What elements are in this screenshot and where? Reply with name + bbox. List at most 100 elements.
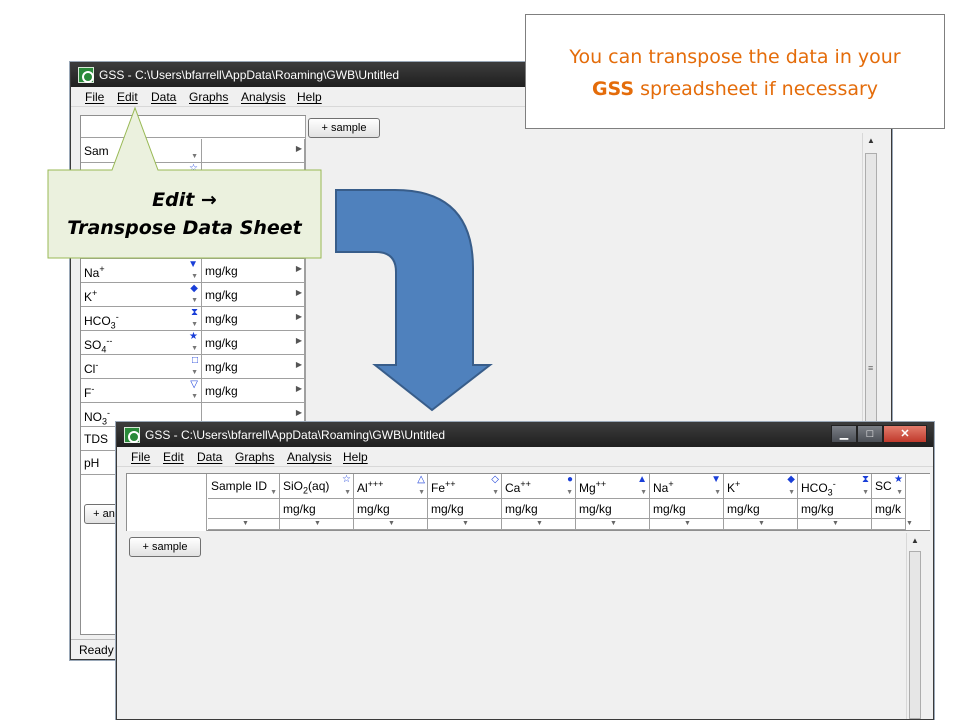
- unit-dropdown[interactable]: ▼: [354, 519, 428, 530]
- dropdown-arrow-icon[interactable]: ▼: [684, 520, 691, 528]
- tip-text-box: Edit → Transpose Data Sheet: [48, 170, 321, 258]
- dropdown-arrow-icon[interactable]: ▼: [418, 489, 425, 497]
- analyte-name: K+: [727, 479, 741, 495]
- unit-dropdown[interactable]: ▼: [208, 519, 280, 530]
- plot-symbol-icon[interactable]: ◇: [491, 475, 499, 485]
- column-header[interactable]: K+ ◆ ▼: [724, 474, 798, 499]
- dropdown-arrow-icon[interactable]: ▼: [314, 520, 321, 528]
- unit-label: mg/k: [875, 502, 902, 516]
- tip-text: Edit → Transpose Data Sheet: [48, 170, 321, 242]
- menu-analysis[interactable]: Analysis: [287, 450, 332, 464]
- dropdown-arrow-icon[interactable]: ▼: [492, 489, 499, 497]
- window-controls: ▁ □ ✕: [831, 425, 927, 443]
- dropdown-arrow-icon[interactable]: ▼: [758, 520, 765, 528]
- unit-cell[interactable]: mg/kg: [428, 499, 502, 519]
- plot-symbol-icon[interactable]: ★: [894, 475, 903, 485]
- plot-symbol-icon[interactable]: ●: [567, 475, 573, 485]
- dropdown-arrow-icon[interactable]: ▼: [388, 520, 395, 528]
- unit-label: mg/kg: [283, 502, 316, 516]
- analyte-columns-grid: Sample ID ▼ ▼ SiO2(aq) ☆ ▼ mg/kg ▼ Al+++ △ ▼ mg/kg ▼…: [126, 473, 930, 531]
- dropdown-arrow-icon[interactable]: ▼: [862, 489, 869, 497]
- dropdown-arrow-icon[interactable]: ▼: [640, 489, 647, 497]
- menu-help[interactable]: Help: [343, 450, 368, 464]
- dropdown-arrow-icon[interactable]: ▼: [906, 520, 913, 528]
- unit-cell[interactable]: mg/kg: [576, 499, 650, 519]
- menu-data[interactable]: Data: [197, 450, 222, 464]
- plot-symbol-icon[interactable]: ⧗: [862, 475, 869, 485]
- plot-symbol-icon[interactable]: ☆: [342, 475, 351, 485]
- window-title: GSS - C:\Users\bfarrell\AppData\Roaming\…: [145, 428, 446, 442]
- scroll-up-icon[interactable]: ▲: [907, 533, 923, 549]
- tip-line-1: Edit →: [152, 189, 217, 211]
- dropdown-arrow-icon[interactable]: ▼: [896, 489, 903, 497]
- unit-cell[interactable]: mg/kg: [650, 499, 724, 519]
- tip-balloon-shape: [0, 0, 273, 88]
- column-header[interactable]: SiO2(aq) ☆ ▼: [280, 474, 354, 499]
- unit-cell[interactable]: mg/kg: [724, 499, 798, 519]
- unit-cell[interactable]: mg/kg: [502, 499, 576, 519]
- callout-line-1: You can transpose the data in your: [569, 46, 901, 68]
- unit-dropdown[interactable]: ▼: [650, 519, 724, 530]
- unit-cell[interactable]: mg/kg: [798, 499, 872, 519]
- title-bar[interactable]: GSS - C:\Users\bfarrell\AppData\Roaming\…: [117, 423, 933, 447]
- unit-cell[interactable]: mg/kg: [280, 499, 354, 519]
- column-header[interactable]: Al+++ △ ▼: [354, 474, 428, 499]
- plot-symbol-icon[interactable]: ▲: [637, 475, 647, 485]
- dropdown-arrow-icon[interactable]: ▼: [270, 489, 277, 497]
- unit-dropdown[interactable]: ▼: [798, 519, 872, 530]
- unit-cell[interactable]: mg/kg: [354, 499, 428, 519]
- analyte-name: Na+: [653, 479, 674, 495]
- analyte-name: SC: [875, 479, 892, 493]
- analyte-name: Sample ID: [211, 479, 268, 493]
- unit-label: mg/kg: [357, 502, 390, 516]
- unit-dropdown[interactable]: ▼: [576, 519, 650, 530]
- unit-label: mg/kg: [653, 502, 686, 516]
- column-header[interactable]: Na+ ▼ ▼: [650, 474, 724, 499]
- analyte-name: Al+++: [357, 479, 384, 495]
- callout-line-2: GSS spreadsheet if necessary: [526, 73, 944, 105]
- callout-line-2-rest: spreadsheet if necessary: [634, 78, 879, 100]
- add-sample-button[interactable]: + sample: [129, 537, 201, 557]
- tip-line-2: Transpose Data Sheet: [67, 217, 302, 239]
- unit-cell[interactable]: mg/k: [872, 499, 906, 519]
- menu-graphs[interactable]: Graphs: [235, 450, 274, 464]
- column-header[interactable]: Ca++ ● ▼: [502, 474, 576, 499]
- column-header[interactable]: Mg++ ▲ ▼: [576, 474, 650, 499]
- maximize-icon[interactable]: □: [857, 425, 883, 443]
- column-header[interactable]: HCO3- ⧗ ▼: [798, 474, 872, 499]
- menu-edit[interactable]: Edit: [163, 450, 184, 464]
- unit-dropdown[interactable]: ▼: [428, 519, 502, 530]
- vertical-scrollbar[interactable]: ▲: [906, 533, 923, 719]
- gss-window-transposed: GSS - C:\Users\bfarrell\AppData\Roaming\…: [116, 422, 934, 720]
- dropdown-arrow-icon[interactable]: ▼: [242, 520, 249, 528]
- column-header[interactable]: Fe++ ◇ ▼: [428, 474, 502, 499]
- minimize-icon[interactable]: ▁: [831, 425, 857, 443]
- unit-label: mg/kg: [801, 502, 834, 516]
- unit-dropdown[interactable]: ▼: [280, 519, 354, 530]
- column-header[interactable]: Sample ID ▼: [208, 474, 280, 499]
- scroll-thumb[interactable]: [909, 551, 921, 719]
- dropdown-arrow-icon[interactable]: ▼: [462, 520, 469, 528]
- dropdown-arrow-icon[interactable]: ▼: [566, 489, 573, 497]
- plot-symbol-icon[interactable]: △: [417, 475, 425, 485]
- column-header[interactable]: SC ★ ▼: [872, 474, 906, 499]
- dropdown-arrow-icon[interactable]: ▼: [788, 489, 795, 497]
- analyte-name: Mg++: [579, 479, 607, 495]
- unit-dropdown[interactable]: ▼: [502, 519, 576, 530]
- dropdown-arrow-icon[interactable]: ▼: [832, 520, 839, 528]
- dropdown-arrow-icon[interactable]: ▼: [536, 520, 543, 528]
- unit-label: mg/kg: [579, 502, 612, 516]
- callout-bold: GSS: [591, 78, 635, 100]
- plot-symbol-icon[interactable]: ◆: [787, 475, 795, 485]
- dropdown-arrow-icon[interactable]: ▼: [714, 489, 721, 497]
- plot-symbol-icon[interactable]: ▼: [711, 475, 721, 485]
- unit-label: mg/kg: [505, 502, 538, 516]
- unit-dropdown[interactable]: ▼: [872, 519, 913, 530]
- dropdown-arrow-icon[interactable]: ▼: [610, 520, 617, 528]
- unit-cell[interactable]: [208, 499, 280, 519]
- analyte-name: SiO2(aq): [283, 479, 330, 496]
- menu-file[interactable]: File: [131, 450, 150, 464]
- dropdown-arrow-icon[interactable]: ▼: [344, 489, 351, 497]
- unit-dropdown[interactable]: ▼: [724, 519, 798, 530]
- close-icon[interactable]: ✕: [883, 425, 927, 443]
